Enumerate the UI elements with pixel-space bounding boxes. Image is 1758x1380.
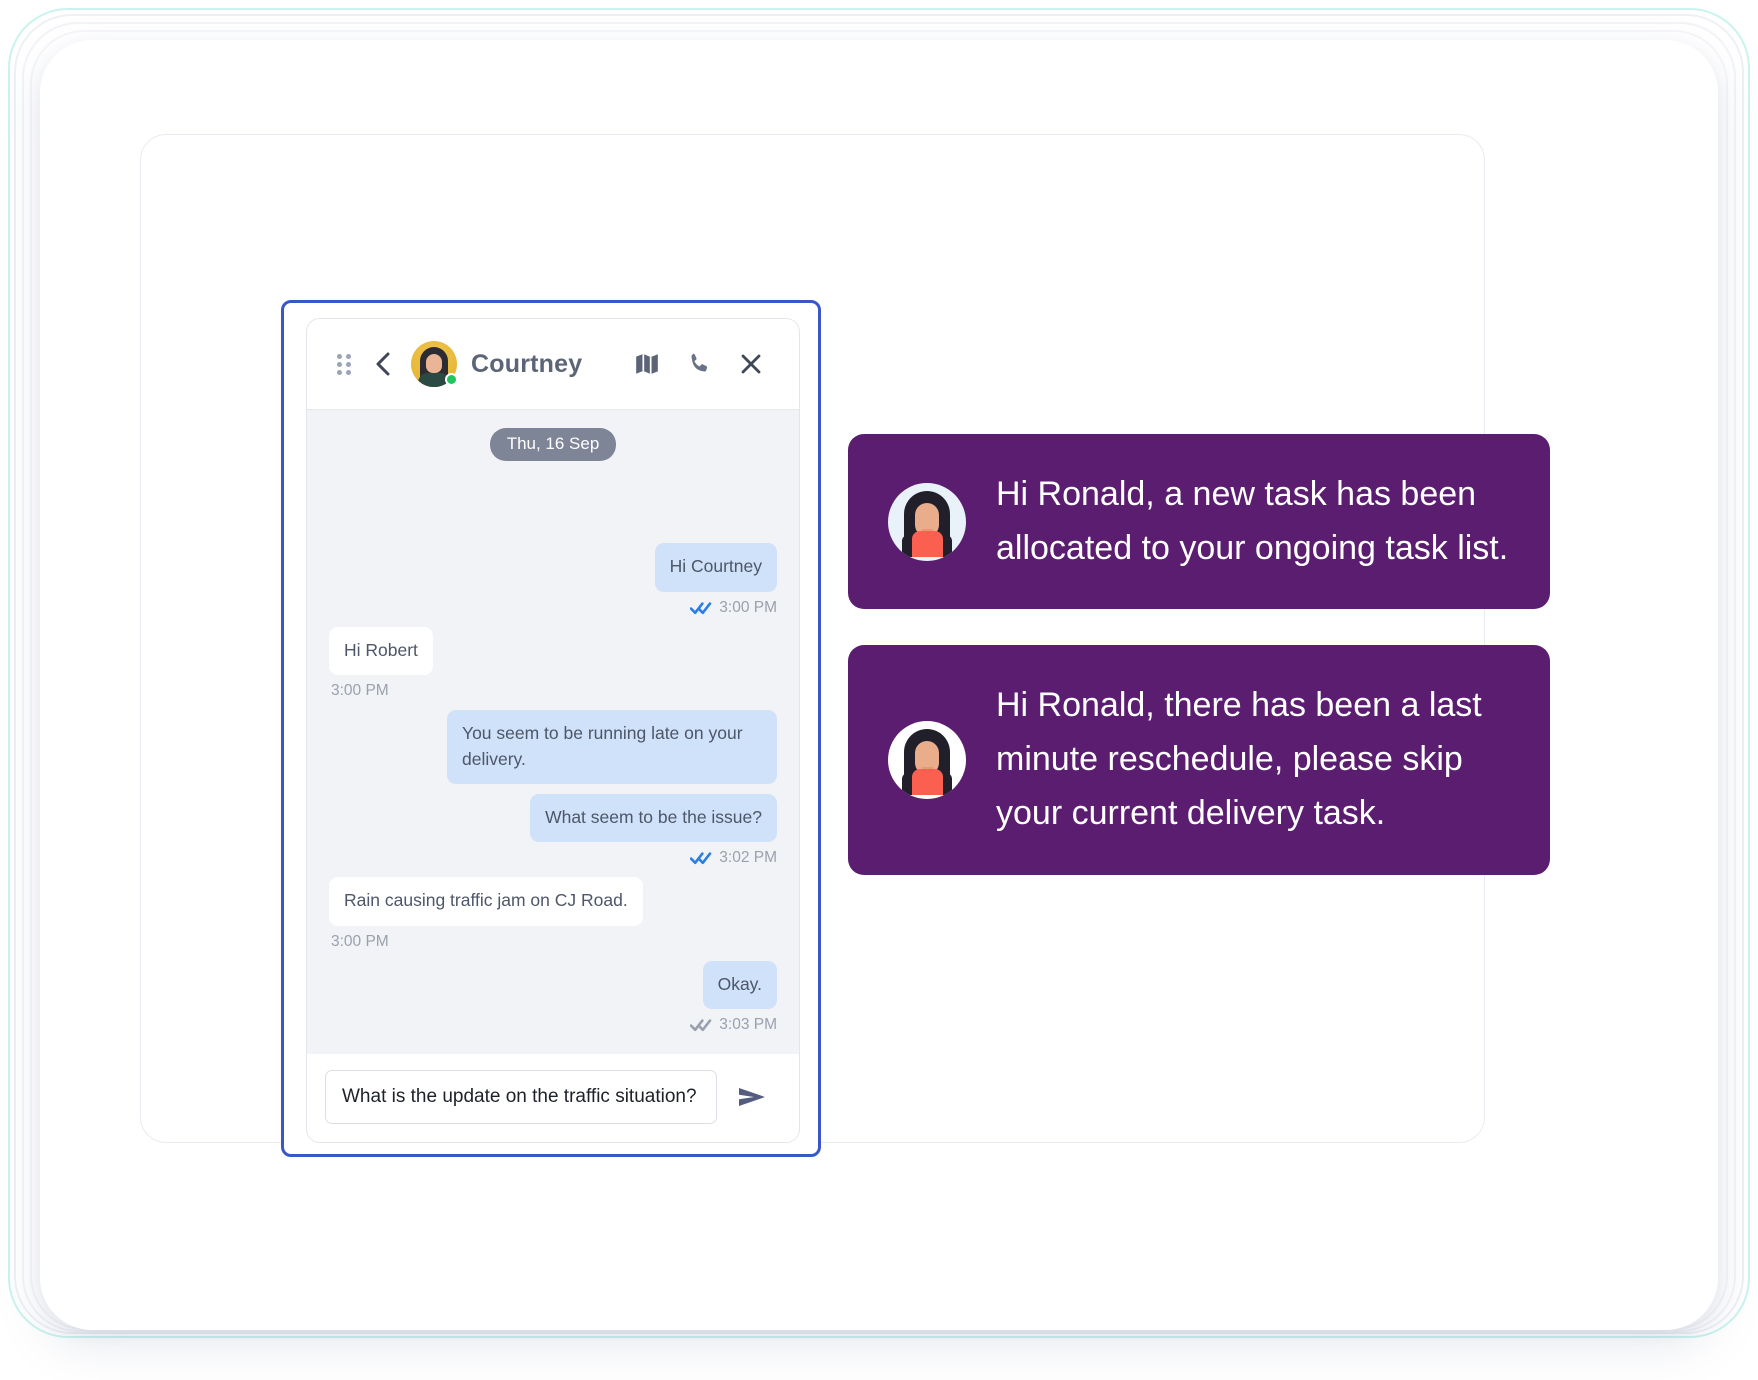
chat-widget-focus-outline: Courtney Thu, 16 Sep Hi Courtney 3:00 PM… — [281, 300, 821, 1157]
message-row: You seem to be running late on your deli… — [329, 710, 777, 784]
message-time: 3:00 PM — [331, 932, 389, 950]
woman-avatar-icon — [888, 482, 966, 561]
message-bubble: Okay. — [702, 960, 777, 1009]
notification-card[interactable]: Hi Ronald, a new task has been allocated… — [848, 434, 1550, 610]
message-meta: 3:03 PM — [690, 1016, 777, 1034]
send-icon — [739, 1088, 765, 1106]
back-icon[interactable] — [361, 351, 405, 377]
device-body: Courtney Thu, 16 Sep Hi Courtney 3:00 PM… — [40, 40, 1718, 1330]
read-receipt-icon — [690, 851, 712, 865]
message-bubble: You seem to be running late on your deli… — [447, 710, 777, 784]
message-composer — [307, 1054, 799, 1142]
message-time: 3:00 PM — [719, 598, 777, 616]
chat-header: Courtney — [307, 319, 799, 409]
notification-card-list: Hi Ronald, a new task has been allocated… — [848, 434, 1550, 875]
presence-dot-icon — [445, 373, 458, 386]
message-meta: 3:00 PM — [690, 599, 777, 617]
phone-icon[interactable] — [673, 351, 725, 377]
close-icon[interactable] — [725, 352, 777, 376]
chat-window: Courtney Thu, 16 Sep Hi Courtney 3:00 PM… — [306, 318, 800, 1143]
message-bubble: Rain causing traffic jam on CJ Road. — [329, 877, 643, 926]
message-meta: 3:02 PM — [690, 849, 777, 867]
message-row: Hi Courtney 3:00 PM — [329, 543, 777, 626]
avatar[interactable] — [411, 341, 458, 387]
send-button[interactable] — [723, 1070, 781, 1124]
woman-avatar-icon — [888, 721, 966, 800]
contact-name: Courtney — [471, 349, 583, 378]
notification-card[interactable]: Hi Ronald, there has been a last minute … — [848, 645, 1550, 875]
message-input[interactable] — [325, 1070, 717, 1124]
screen-panel: Courtney Thu, 16 Sep Hi Courtney 3:00 PM… — [140, 134, 1550, 1157]
message-meta: 3:00 PM — [331, 933, 389, 951]
drag-handle-icon[interactable] — [327, 354, 361, 375]
message-time: 3:00 PM — [331, 682, 389, 700]
message-time: 3:03 PM — [719, 1016, 777, 1033]
message-time: 3:02 PM — [719, 849, 777, 867]
message-meta: 3:00 PM — [331, 682, 389, 700]
message-row: Okay. 3:03 PM — [329, 960, 777, 1044]
message-row: What seem to be the issue? 3:02 PM — [329, 793, 777, 877]
notification-text: Hi Ronald, there has been a last minute … — [996, 686, 1482, 832]
message-row: Hi Robert 3:00 PM — [329, 626, 777, 710]
date-divider: Thu, 16 Sep — [489, 428, 617, 461]
map-icon[interactable] — [621, 352, 673, 376]
read-receipt-icon — [690, 601, 712, 615]
delivered-receipt-icon — [690, 1018, 712, 1032]
message-row: Rain causing traffic jam on CJ Road. 3:0… — [329, 877, 777, 960]
message-list[interactable]: Thu, 16 Sep Hi Courtney 3:00 PM Hi Rober… — [307, 409, 799, 1054]
message-bubble: Hi Courtney — [654, 543, 777, 592]
message-list-spacer — [329, 467, 777, 543]
message-bubble: Hi Robert — [329, 626, 433, 676]
message-bubble: What seem to be the issue? — [530, 793, 777, 843]
notification-text: Hi Ronald, a new task has been allocated… — [996, 475, 1509, 567]
